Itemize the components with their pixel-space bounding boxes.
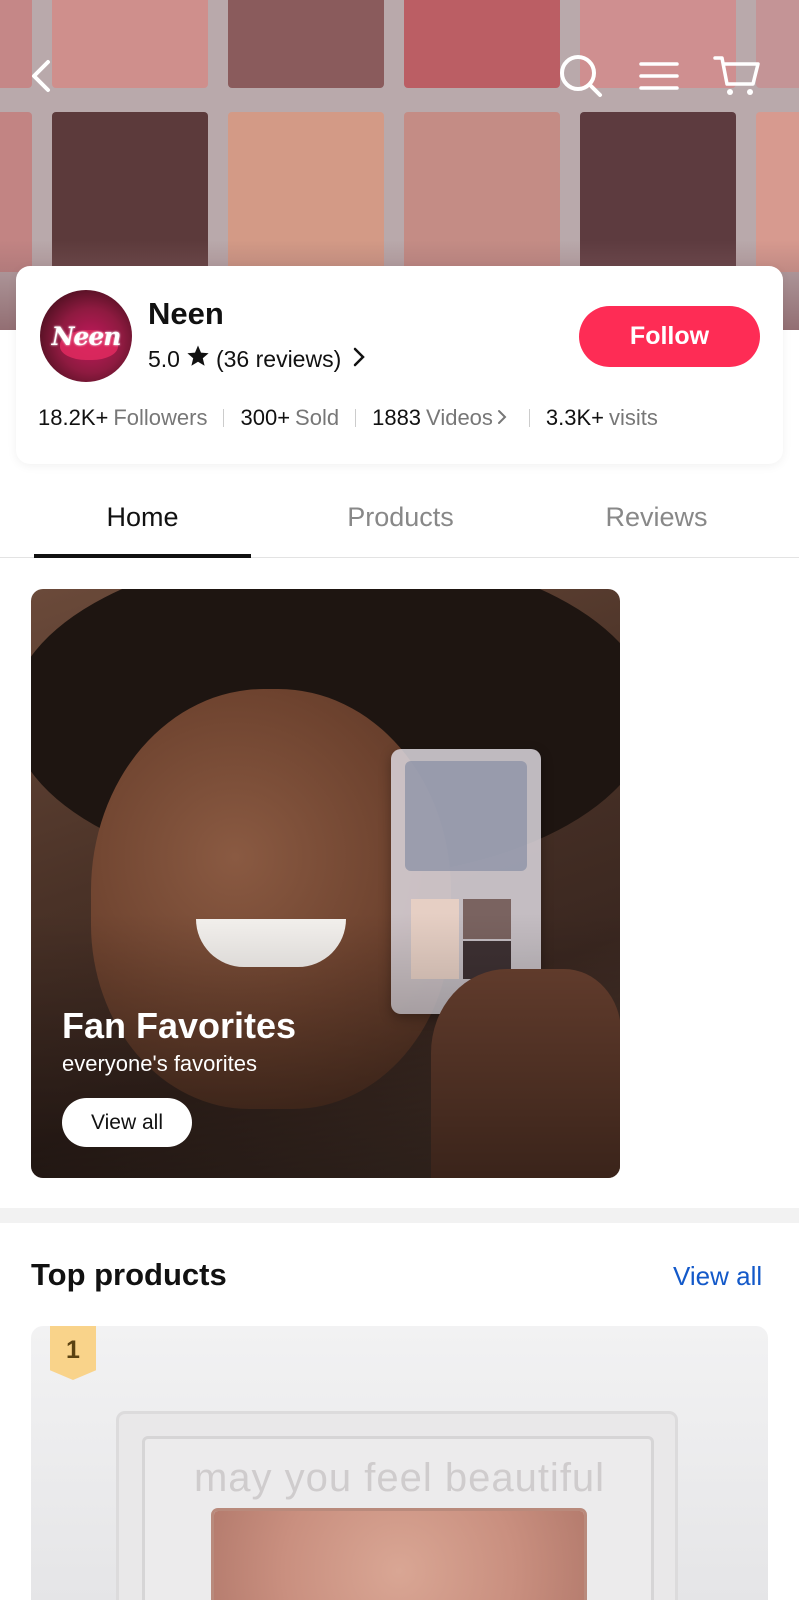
shop-tabs: Home Products Reviews <box>0 484 799 558</box>
videos-value: 1883 <box>372 405 422 430</box>
banner-title: Fan Favorites <box>62 1005 297 1046</box>
rank-badge: 1 <box>50 1326 96 1380</box>
visits-value: 3.3K+ <box>545 405 605 430</box>
cart-icon <box>713 54 761 98</box>
chevron-right-icon <box>497 405 507 431</box>
search-button[interactable] <box>557 52 605 100</box>
follow-button[interactable]: Follow <box>579 306 760 367</box>
shop-avatar[interactable]: Neen <box>40 290 132 382</box>
active-tab-indicator <box>34 554 251 558</box>
avatar-logo-text: Neen <box>51 321 122 351</box>
stat-videos-link[interactable]: 1883 Videos <box>372 405 507 431</box>
cart-button[interactable] <box>713 52 761 100</box>
back-button[interactable] <box>18 52 66 100</box>
tab-products[interactable]: Products <box>292 502 509 533</box>
shop-stats: 18.2K+ Followers 300+ Sold 1883 Videos 3… <box>38 400 768 436</box>
stat-visits: 3.3K+ visits <box>546 405 658 431</box>
chevron-right-icon <box>353 346 366 373</box>
top-products-title: Top products <box>31 1257 227 1292</box>
palette-engraved-text: may you feel beautiful <box>193 1456 606 1500</box>
rating-value: 5.0 <box>148 345 180 372</box>
sold-label: Sold <box>295 405 340 430</box>
stat-sold: 300+ Sold <box>240 405 339 431</box>
visits-label: visits <box>609 405 658 430</box>
menu-icon <box>639 60 679 92</box>
section-divider <box>0 1208 799 1223</box>
review-count: (36 reviews) <box>215 345 342 372</box>
followers-label: Followers <box>113 405 208 430</box>
shop-name: Neen <box>148 296 224 331</box>
top-products-view-all-link[interactable]: View all <box>673 1261 762 1292</box>
followers-value: 18.2K+ <box>38 405 109 430</box>
stat-followers: 18.2K+ Followers <box>38 405 207 431</box>
rank-number: 1 <box>66 1336 80 1364</box>
chevron-left-icon <box>28 58 56 94</box>
stat-divider <box>528 409 530 427</box>
fan-favorites-banner[interactable]: Fan Favorites everyone's favorites View … <box>31 589 620 1178</box>
stat-divider <box>223 409 225 427</box>
shop-rating-link[interactable]: 5.0 (36 reviews) <box>148 344 366 374</box>
search-icon <box>558 53 604 99</box>
shop-info-card: Neen Neen 5.0 (36 reviews) Follow 18.2K+… <box>16 266 783 464</box>
videos-label: Videos <box>426 405 493 430</box>
banner-view-all-button[interactable]: View all <box>62 1098 192 1147</box>
menu-button[interactable] <box>635 52 683 100</box>
sold-value: 300+ <box>240 405 291 430</box>
product-card[interactable]: may you feel beautiful 1 <box>31 1326 768 1600</box>
tab-home[interactable]: Home <box>34 502 251 533</box>
top-navigation-bar <box>0 44 799 114</box>
star-icon <box>186 344 210 374</box>
stat-divider <box>355 409 357 427</box>
tab-reviews[interactable]: Reviews <box>548 502 765 533</box>
banner-subtitle: everyone's favorites <box>62 1051 257 1076</box>
